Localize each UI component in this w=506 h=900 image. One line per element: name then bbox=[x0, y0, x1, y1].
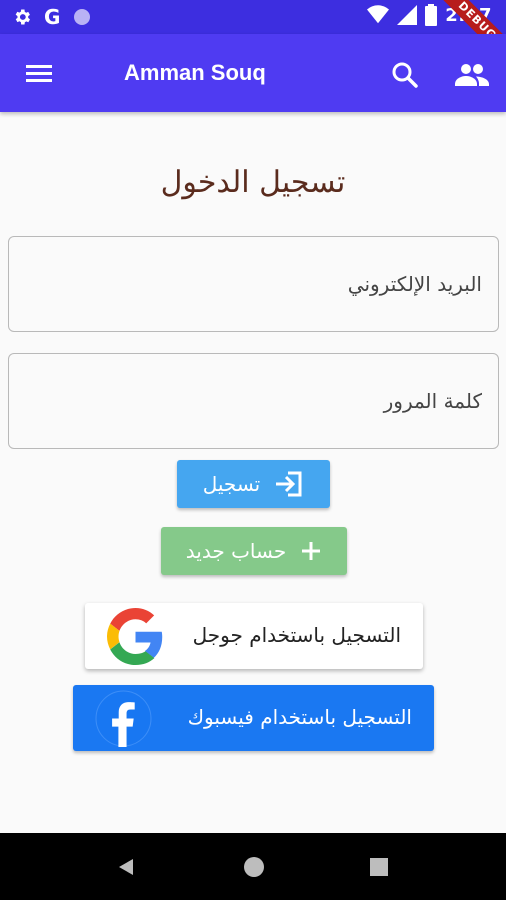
search-icon bbox=[392, 62, 418, 88]
email-field-container bbox=[8, 236, 499, 332]
facebook-signin-button[interactable]: التسجيل باستخدام فيسبوك bbox=[73, 685, 434, 751]
status-bar: G 2:57 DEBUG bbox=[0, 0, 506, 67]
google-g-icon: G bbox=[44, 5, 61, 29]
battery-icon bbox=[425, 4, 438, 26]
email-field[interactable] bbox=[9, 237, 498, 331]
signal-icon bbox=[397, 5, 418, 25]
recents-icon[interactable] bbox=[370, 858, 388, 876]
google-signin-label: التسجيل باستخدام جوجل bbox=[192, 623, 401, 647]
people-icon bbox=[455, 64, 489, 86]
wifi-icon bbox=[367, 5, 390, 25]
home-icon[interactable] bbox=[244, 857, 264, 877]
back-icon[interactable] bbox=[117, 857, 135, 877]
page-title: تسجيل الدخول bbox=[160, 165, 346, 200]
password-field[interactable] bbox=[9, 354, 498, 448]
plus-icon bbox=[302, 542, 321, 560]
system-nav-bar bbox=[0, 833, 506, 900]
menu-icon bbox=[26, 65, 52, 82]
google-logo-icon bbox=[107, 608, 163, 665]
gear-icon bbox=[12, 7, 32, 27]
login-icon bbox=[276, 471, 302, 497]
login-button-label: تسجيل bbox=[202, 472, 261, 496]
google-signin-button[interactable]: التسجيل باستخدام جوجل bbox=[85, 603, 423, 669]
app-bar: Amman Souq bbox=[0, 34, 506, 112]
password-field-container bbox=[8, 353, 499, 449]
app-title: Amman Souq bbox=[124, 60, 266, 85]
facebook-logo-icon bbox=[95, 690, 152, 747]
circle-icon bbox=[72, 7, 92, 27]
facebook-signin-label: التسجيل باستخدام فيسبوك bbox=[187, 705, 412, 729]
register-button-label: حساب جديد bbox=[185, 539, 287, 563]
status-left-icons: G bbox=[12, 5, 92, 29]
search-button[interactable] bbox=[388, 58, 422, 92]
menu-button[interactable] bbox=[20, 59, 60, 89]
people-button[interactable] bbox=[452, 58, 492, 92]
login-button[interactable]: تسجيل bbox=[177, 460, 330, 508]
register-button[interactable]: حساب جديد bbox=[161, 527, 347, 575]
